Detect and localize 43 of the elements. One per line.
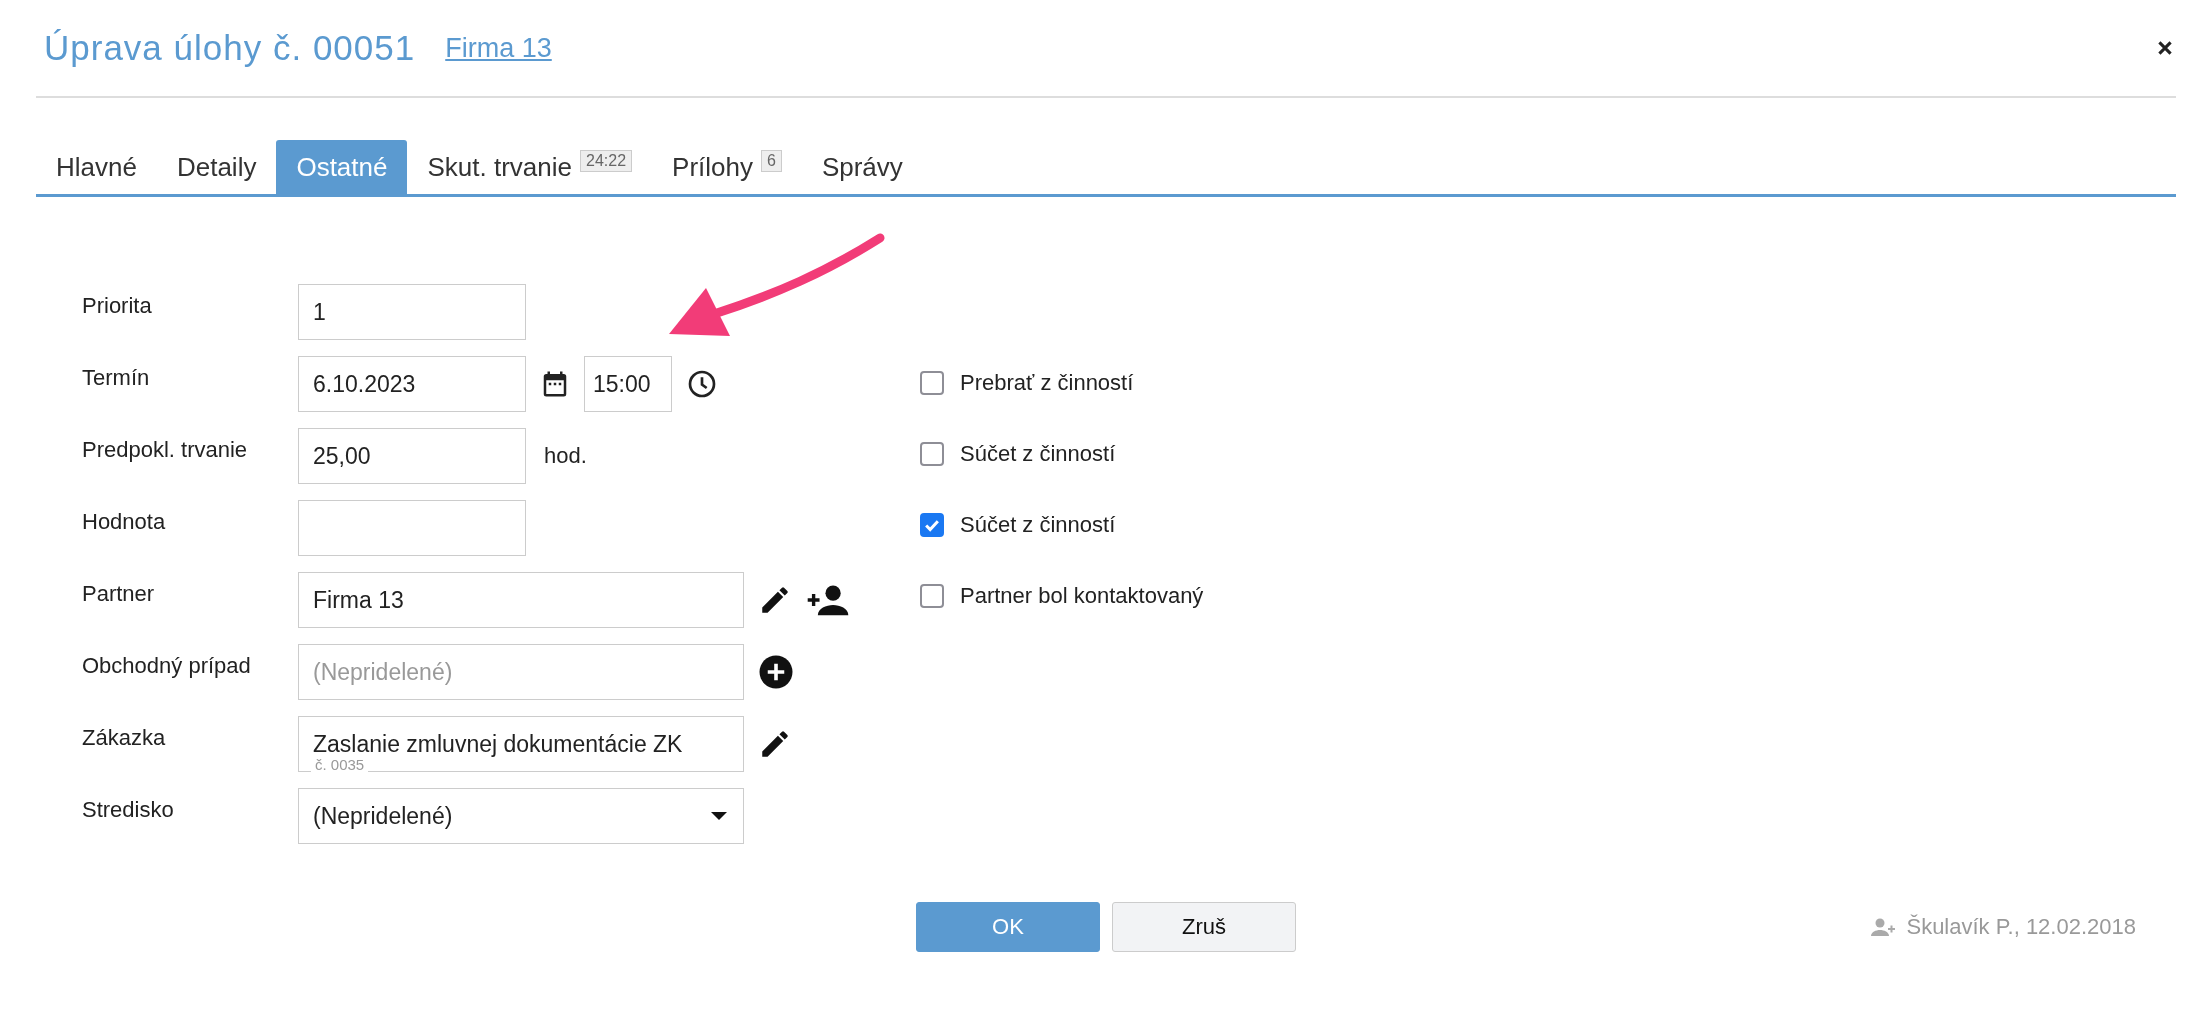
deal-field[interactable]: (Nepridelené) <box>298 644 744 700</box>
field-label: Hodnota <box>81 509 167 535</box>
plus-circle-icon[interactable] <box>758 654 794 690</box>
checkbox[interactable] <box>920 442 944 466</box>
add-person-icon[interactable] <box>806 583 850 617</box>
checkbox[interactable] <box>920 584 944 608</box>
date-field[interactable]: 6.10.2023 <box>298 356 526 412</box>
checkbox[interactable] <box>920 513 944 537</box>
tab[interactable]: Skut. trvanie 24:22 <box>407 140 653 194</box>
partner-field[interactable]: Firma 13 <box>298 572 744 628</box>
text-field[interactable] <box>298 500 526 556</box>
author-date: Škulavík P., 12.02.2018 <box>1906 914 2136 940</box>
cancel-button[interactable]: Zruš <box>1112 902 1296 952</box>
checkbox[interactable] <box>920 371 944 395</box>
checkbox-label: Prebrať z činností <box>960 370 1134 396</box>
field-label: Zákazka <box>81 725 167 751</box>
tab-badge: 24:22 <box>580 150 633 172</box>
tab[interactable]: Detaily <box>156 140 277 194</box>
field-label: Partner <box>81 581 156 607</box>
field-label: Predpokl. trvanie <box>81 437 249 463</box>
tab[interactable]: Prílohy 6 <box>652 140 802 194</box>
order-field[interactable]: Zaslanie zmluvnej dokumentácie ZK č. 0035 <box>298 716 744 772</box>
dropdown[interactable]: (Nepridelené) <box>298 788 744 844</box>
field-label: Priorita <box>81 293 153 319</box>
dialog-title: Úprava úlohy č. 00051 <box>44 28 416 68</box>
clock-icon[interactable] <box>686 368 718 400</box>
checkbox-label: Súčet z činností <box>960 441 1116 467</box>
text-field[interactable]: 1 <box>298 284 526 340</box>
close-icon[interactable] <box>2158 41 2172 55</box>
checkbox-label: Partner bol kontaktovaný <box>960 583 1204 609</box>
tab[interactable]: Správy <box>801 140 923 194</box>
field-label: Stredisko <box>81 797 175 823</box>
field-caption: č. 0035 <box>311 758 369 772</box>
field-label: Termín <box>81 365 151 391</box>
time-field[interactable]: 15:00 <box>584 356 672 412</box>
caret-icon <box>711 812 727 820</box>
add-person-icon <box>1870 917 1897 937</box>
field-label: Obchodný prípad <box>81 653 252 679</box>
unit-label: hod. <box>544 443 587 469</box>
checkbox-label: Súčet z činností <box>960 512 1116 538</box>
tab[interactable]: Hlavné <box>36 140 157 194</box>
tab-badge: 6 <box>760 150 782 172</box>
duration-field[interactable]: 25,00 <box>298 428 526 484</box>
